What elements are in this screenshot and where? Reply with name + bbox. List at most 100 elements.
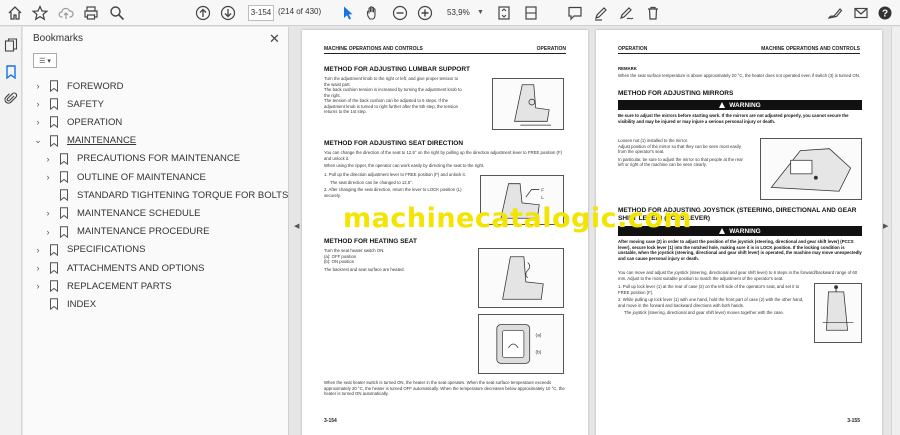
delete-icon[interactable] — [644, 4, 662, 22]
paragraph: You can move and adjust the joystick (st… — [618, 270, 858, 281]
comment-icon[interactable] — [566, 4, 584, 22]
chevron-down-icon[interactable]: ▼ — [477, 5, 484, 21]
svg-text:(b): (b) — [536, 350, 542, 356]
chevron-right-icon[interactable]: › — [33, 117, 43, 127]
paragraph: When using the ripper, the operator can … — [324, 163, 485, 168]
bookmark-options-button[interactable]: ☰ ▾ — [33, 53, 57, 68]
heated-seat-figure — [478, 248, 564, 308]
bookmark-label: PRECAUTIONS FOR MAINTENANCE — [77, 153, 241, 165]
bookmark-label: FOREWORD — [67, 80, 124, 92]
draw-icon[interactable] — [618, 4, 636, 22]
warning-banner: WARNING — [618, 100, 862, 110]
scroll-mode-icon[interactable] — [522, 4, 540, 22]
bookmark-item[interactable]: INDEX — [33, 295, 96, 313]
bookmark-item[interactable]: › MAINTENANCE PROCEDURE — [43, 223, 210, 241]
chevron-right-icon[interactable]: › — [43, 227, 53, 237]
bookmark-icon — [49, 298, 59, 311]
page-number: 3-154 — [324, 418, 337, 424]
highlight-pen-icon[interactable] — [592, 4, 610, 22]
bookmark-item[interactable]: › SPECIFICATIONS — [33, 241, 145, 259]
page-up-icon[interactable] — [194, 4, 212, 22]
bookmark-item[interactable]: › PRECAUTIONS FOR MAINTENANCE — [43, 150, 240, 168]
scroll-right-icon[interactable]: ▶ — [883, 222, 888, 230]
select-cursor-icon[interactable] — [339, 4, 357, 22]
bookmark-icon — [49, 280, 59, 293]
bookmark-icon — [59, 207, 69, 220]
bookmark-icon — [49, 262, 59, 275]
chevron-right-icon[interactable]: › — [43, 172, 53, 182]
bookmark-label: SPECIFICATIONS — [67, 244, 146, 256]
page-number: 3-155 — [847, 418, 860, 424]
bookmark-label: MAINTENANCE — [67, 135, 137, 147]
bookmark-icon — [49, 244, 59, 257]
bookmark-item[interactable]: ⌄ MAINTENANCE — [33, 132, 136, 150]
svg-text:?: ? — [882, 9, 888, 20]
section-title: METHOD FOR ADJUSTING LUMBAR SUPPORT — [324, 66, 471, 73]
zoom-in-icon[interactable] — [416, 4, 434, 22]
bookmark-item[interactable]: › REPLACEMENT PARTS — [33, 277, 172, 295]
bookmark-item[interactable]: › ATTACHMENTS AND OPTIONS — [33, 259, 204, 277]
home-icon[interactable] — [6, 4, 24, 22]
svg-text:L: L — [541, 195, 544, 201]
email-icon[interactable] — [852, 4, 870, 22]
bookmark-icon — [49, 134, 59, 147]
search-icon[interactable] — [108, 4, 126, 22]
header-right-text: MACHINE OPERATIONS AND CONTROLS — [761, 46, 860, 52]
bookmark-label: MAINTENANCE PROCEDURE — [77, 226, 210, 238]
close-icon[interactable]: ✕ — [269, 31, 280, 47]
bookmark-label: INDEX — [67, 298, 97, 310]
paragraph: When the seat heater switch is turned ON… — [324, 380, 565, 396]
bookmark-label: MAINTENANCE SCHEDULE — [77, 207, 201, 219]
seat-lumbar-figure — [492, 78, 564, 130]
chevron-right-icon[interactable]: › — [43, 208, 53, 218]
bookmark-item[interactable]: › SAFETY — [33, 95, 104, 113]
header-right-text: OPERATION — [536, 46, 566, 52]
main-toolbar: 3-154 (214 of 430) 53,9% ▼ ? — [0, 0, 900, 26]
chevron-down-icon: ▾ — [47, 57, 51, 65]
sign-icon[interactable] — [826, 4, 844, 22]
page-header: OPERATION MACHINE OPERATIONS AND CONTROL… — [618, 44, 860, 54]
bookmark-icon — [49, 98, 59, 111]
zoom-out-icon[interactable] — [391, 4, 409, 22]
star-icon[interactable] — [31, 4, 49, 22]
section-title: METHOD FOR ADJUSTING MIRRORS — [618, 90, 734, 97]
cloud-upload-icon[interactable] — [57, 4, 75, 22]
bookmarks-title: Bookmarks — [33, 33, 84, 44]
chevron-right-icon[interactable]: › — [33, 263, 43, 273]
chevron-right-icon[interactable]: › — [33, 81, 43, 91]
vertical-scrollbar[interactable] — [891, 27, 900, 435]
fit-page-icon[interactable] — [495, 4, 513, 22]
joystick-figure — [814, 283, 862, 343]
chevron-down-icon[interactable]: ⌄ — [33, 135, 43, 146]
bookmarks-panel: Bookmarks ✕ ☰ ▾ › FOREWORD › SAFETY › OPERATIO… — [23, 27, 339, 435]
bookmark-item[interactable]: › OPERATION — [33, 113, 122, 131]
section-title: METHOD FOR HEATING SEAT — [324, 238, 417, 245]
bookmark-item[interactable]: › MAINTENANCE SCHEDULE — [43, 204, 201, 222]
heater-switch-figure: (a) (b) — [478, 314, 564, 374]
bookmark-label: OPERATION — [67, 116, 123, 128]
chevron-right-icon[interactable]: › — [33, 99, 43, 109]
chevron-right-icon[interactable]: › — [33, 281, 43, 291]
page-number-input[interactable]: 3-154 — [248, 5, 274, 21]
list-options-icon: ☰ — [39, 57, 46, 65]
bookmark-item[interactable]: › FOREWORD — [33, 77, 123, 95]
chevron-right-icon[interactable]: › — [43, 154, 53, 164]
section-title: METHOD FOR ADJUSTING SEAT DIRECTION — [324, 140, 464, 147]
print-icon[interactable] — [82, 4, 100, 22]
scroll-left-icon[interactable]: ◀ — [294, 222, 299, 230]
remark-text: When the seat surface temperature is abo… — [618, 73, 860, 78]
page-thumbnails-icon[interactable] — [3, 37, 19, 53]
bookmark-icon — [59, 171, 69, 184]
help-icon[interactable]: ? — [876, 4, 894, 22]
bookmark-panel-icon[interactable] — [3, 64, 19, 80]
bookmark-icon — [59, 153, 69, 166]
attachment-icon[interactable] — [3, 90, 19, 106]
bookmark-label: SAFETY — [67, 98, 104, 110]
chevron-right-icon[interactable]: › — [33, 245, 43, 255]
bookmark-item[interactable]: › OUTLINE OF MAINTENANCE — [43, 168, 206, 186]
hand-tool-icon[interactable] — [364, 4, 382, 22]
svg-text:F: F — [541, 187, 544, 193]
bookmark-icon — [59, 225, 69, 238]
page-down-icon[interactable] — [219, 4, 237, 22]
bookmark-label: REPLACEMENT PARTS — [67, 280, 172, 292]
